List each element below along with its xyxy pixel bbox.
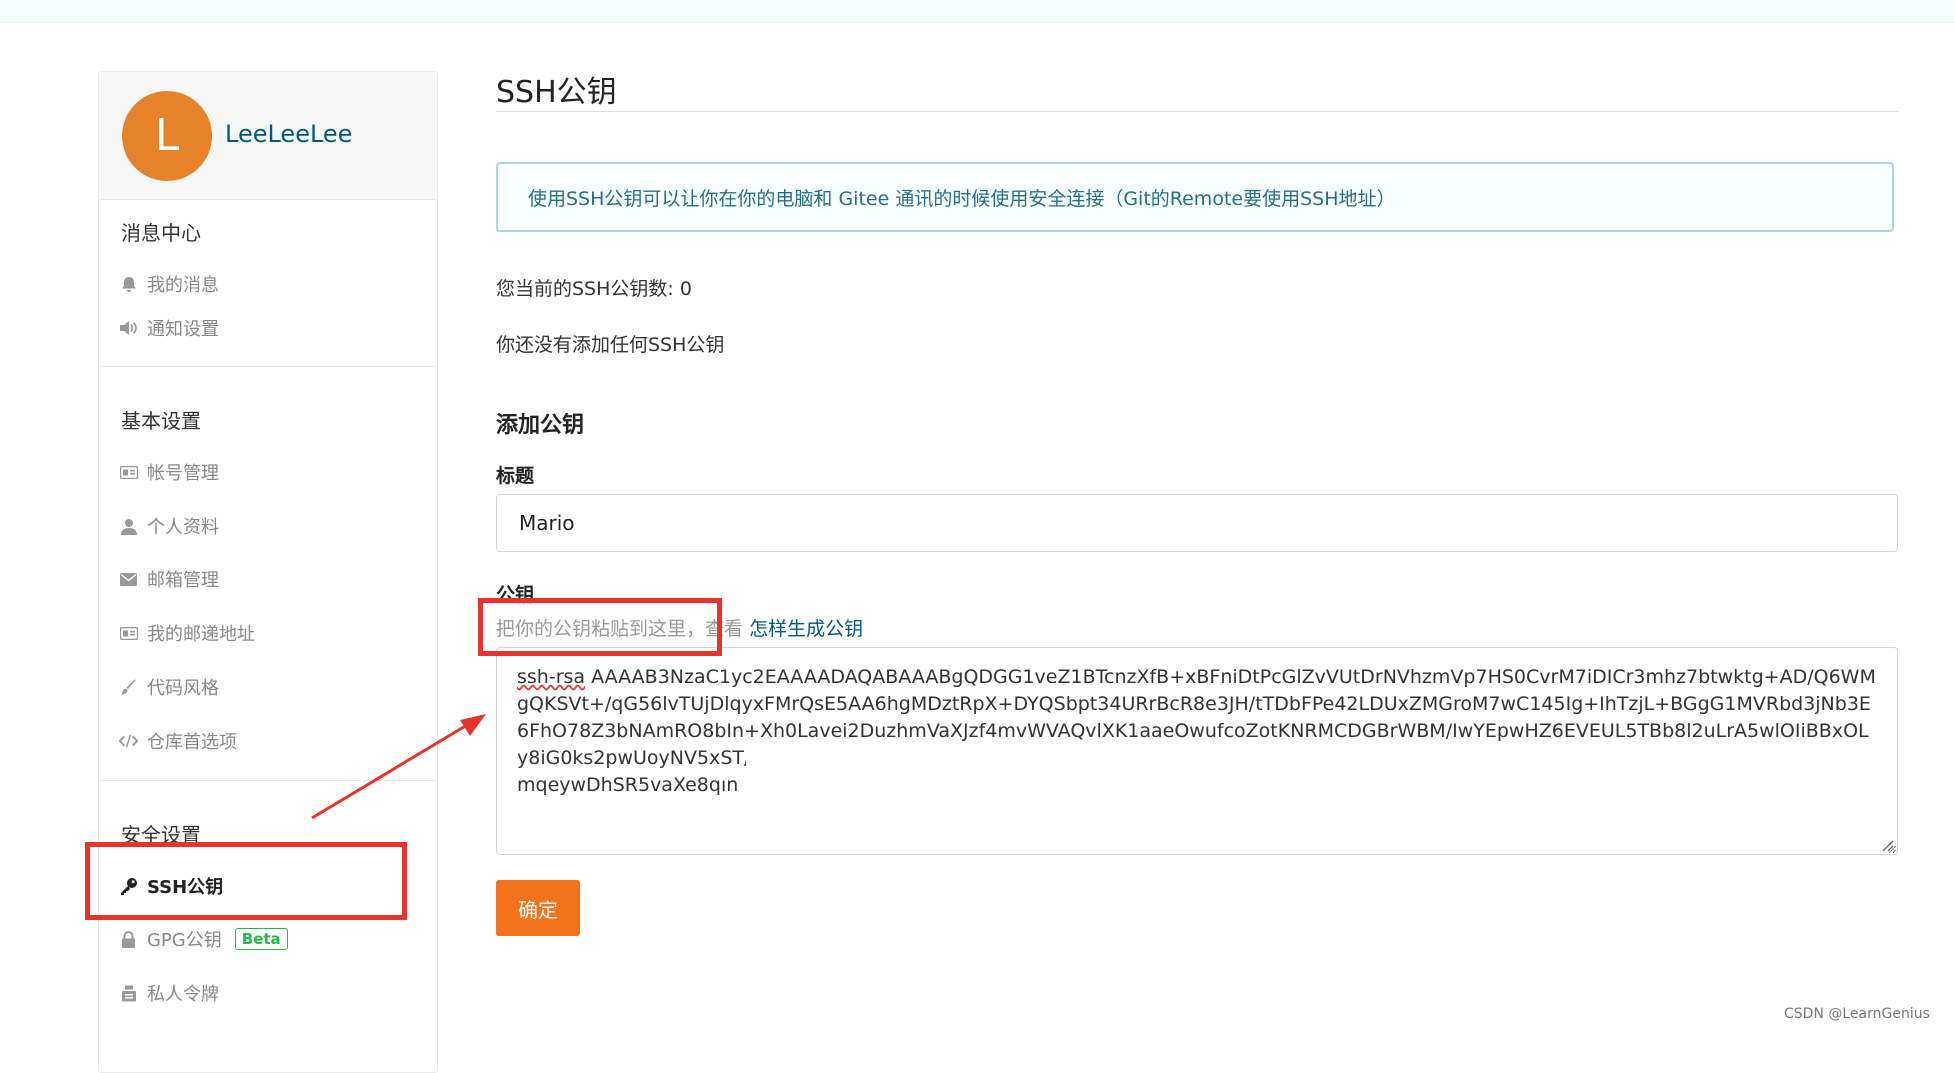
- sidebar-item-label: 仓库首选项: [147, 732, 237, 753]
- annotation-box-ssh-nav: [85, 842, 407, 920]
- divider: [99, 366, 437, 367]
- sidebar-item-label: 帐号管理: [147, 463, 219, 484]
- confirm-button[interactable]: 确定: [496, 880, 580, 936]
- sidebar-item-profile[interactable]: 个人资料: [119, 513, 219, 539]
- username-link[interactable]: LeeLeeLee: [225, 120, 352, 148]
- sidebar-item-account[interactable]: 帐号管理: [119, 459, 219, 485]
- settings-sidebar: L LeeLeeLee 消息中心 我的消息 通知设置 基本设置 帐号管理 个人资…: [98, 71, 438, 1073]
- info-message: 使用SSH公钥可以让你在你的电脑和 Gitee 通讯的时候使用安全连接（Git的…: [496, 162, 1894, 232]
- sidebar-item-label: 我的消息: [147, 275, 219, 296]
- sidebar-item-address[interactable]: 我的邮递地址: [119, 620, 255, 646]
- avatar[interactable]: L: [122, 91, 212, 181]
- ssh-key-count: 您当前的SSH公钥数: 0: [496, 278, 692, 300]
- key-tail-text: mqeywDhSR5vaXe8qın: [517, 774, 739, 796]
- top-strip: [0, 0, 1954, 23]
- redaction-mask: [746, 742, 1896, 800]
- page-title: SSH公钥: [496, 75, 617, 110]
- sidebar-item-code-style[interactable]: 代码风格: [119, 674, 219, 700]
- sidebar-item-tokens[interactable]: 私人令牌: [119, 980, 219, 1006]
- bell-icon: [119, 275, 138, 294]
- title-divider: [496, 111, 1898, 112]
- sidebar-item-label: 代码风格: [147, 678, 219, 699]
- sidebar-item-gpg-keys[interactable]: GPG公钥 Beta: [119, 926, 288, 952]
- annotation-box-paste-hint: [478, 598, 722, 656]
- profile-card: L LeeLeeLee: [99, 72, 437, 200]
- paint-brush-icon: [119, 678, 138, 697]
- sidebar-item-label: 邮箱管理: [147, 570, 219, 591]
- lock-icon: [119, 930, 138, 949]
- watermark: CSDN @LearnGenius: [1784, 1006, 1930, 1022]
- how-to-generate-link[interactable]: 怎样生成公钥: [749, 618, 863, 640]
- key-prefix-text: ssh-rsa: [517, 666, 586, 688]
- code-icon: [119, 732, 138, 751]
- section-title-basic: 基本设置: [121, 409, 201, 433]
- sidebar-item-repo-prefs[interactable]: 仓库首选项: [119, 728, 237, 754]
- annotation-arrow-icon: [311, 714, 486, 820]
- empty-state-text: 你还没有添加任何SSH公钥: [496, 334, 725, 356]
- id-card-icon: [119, 463, 138, 482]
- sidebar-item-my-messages[interactable]: 我的消息: [119, 271, 219, 297]
- sidebar-item-label: 我的邮递地址: [147, 624, 255, 645]
- add-key-title: 添加公钥: [496, 413, 585, 438]
- volume-icon: [119, 319, 138, 338]
- textarea-resize-handle-icon[interactable]: [1880, 838, 1894, 852]
- sidebar-item-notification-settings[interactable]: 通知设置: [119, 315, 219, 341]
- token-icon: [119, 984, 138, 1003]
- sidebar-item-label: GPG公钥: [147, 930, 222, 951]
- beta-badge: Beta: [234, 928, 288, 950]
- user-icon: [119, 517, 138, 536]
- sidebar-item-label: 私人令牌: [147, 984, 219, 1005]
- title-label: 标题: [496, 465, 535, 487]
- envelope-icon: [119, 570, 138, 589]
- title-input[interactable]: [496, 494, 1898, 552]
- sidebar-item-email[interactable]: 邮箱管理: [119, 566, 219, 592]
- section-title-messages: 消息中心: [121, 221, 201, 245]
- address-card-icon: [119, 624, 138, 643]
- sidebar-item-label: 通知设置: [147, 319, 219, 340]
- sidebar-item-label: 个人资料: [147, 517, 219, 538]
